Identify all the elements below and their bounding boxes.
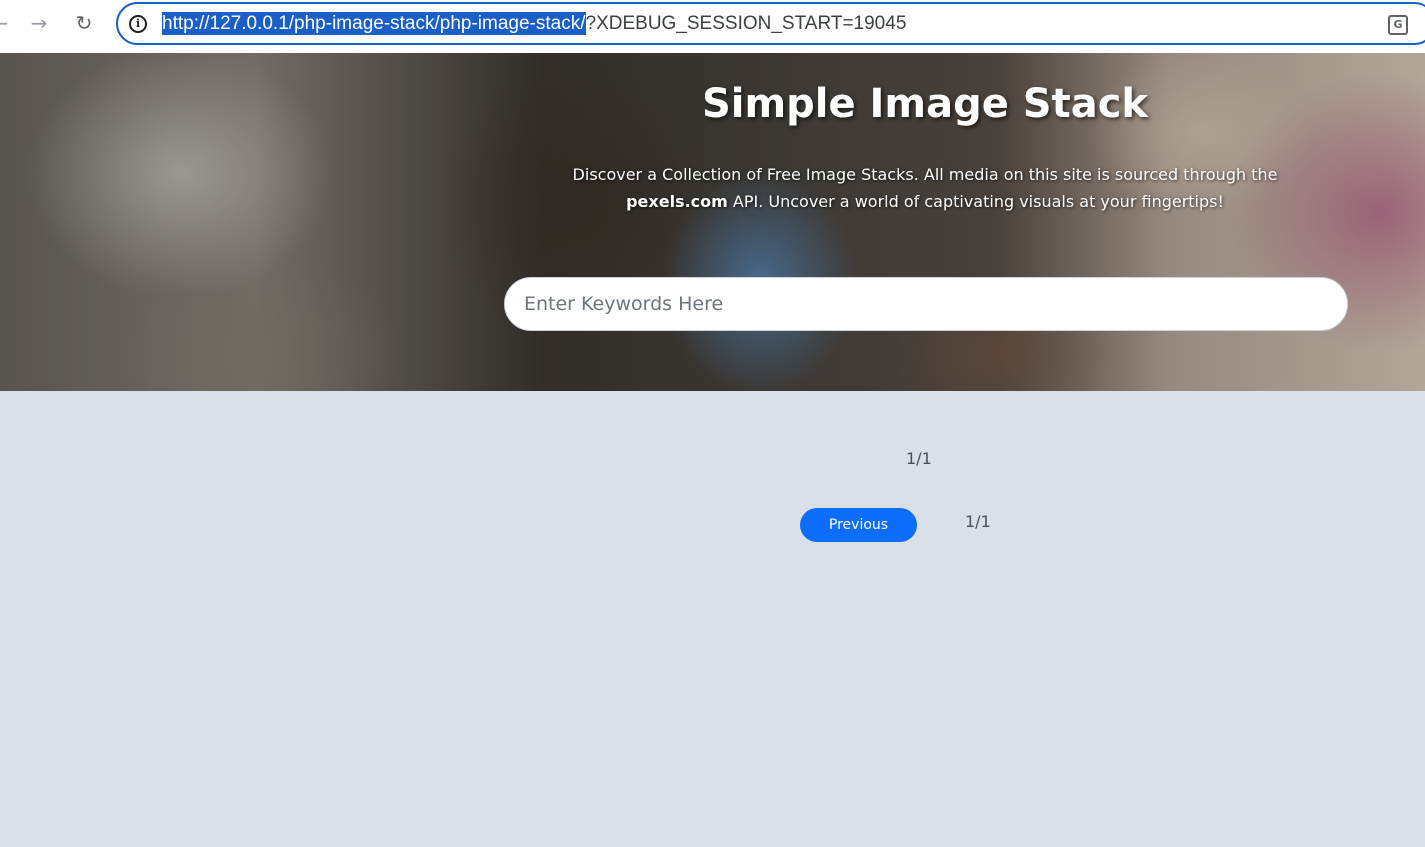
address-bar[interactable]: i http://127.0.0.1/php-image-stack/php-i… — [116, 2, 1425, 45]
reload-icon[interactable]: ↻ — [72, 11, 96, 35]
hero-banner: Simple Image Stack Discover a Collection… — [0, 53, 1425, 391]
description-text-2: API. Uncover a world of captivating visu… — [732, 192, 1224, 211]
search-input[interactable] — [504, 277, 1348, 331]
pexels-link[interactable]: pexels.com — [626, 192, 728, 211]
hero-description: Discover a Collection of Free Image Stac… — [525, 161, 1325, 215]
page-title: Simple Image Stack — [701, 81, 1149, 127]
translate-icon[interactable]: G — [1388, 15, 1408, 35]
site-info-icon[interactable]: i — [129, 15, 147, 33]
address-url[interactable]: http://127.0.0.1/php-image-stack/php-ima… — [162, 12, 907, 35]
url-selected-text: http://127.0.0.1/php-image-stack/php-ima… — [162, 12, 586, 35]
forward-arrow-icon[interactable]: → — [27, 11, 51, 35]
previous-button[interactable]: Previous — [800, 508, 917, 542]
page-indicator-top: 1/1 — [906, 449, 932, 468]
page-indicator-bottom: 1/1 — [965, 512, 991, 531]
url-query-text: ?XDEBUG_SESSION_START=19045 — [585, 13, 907, 34]
browser-toolbar: ← → ↻ i http://127.0.0.1/php-image-stack… — [0, 0, 1425, 53]
description-text-1: Discover a Collection of Free Image Stac… — [572, 165, 1278, 184]
back-arrow-icon[interactable]: ← — [0, 11, 12, 35]
